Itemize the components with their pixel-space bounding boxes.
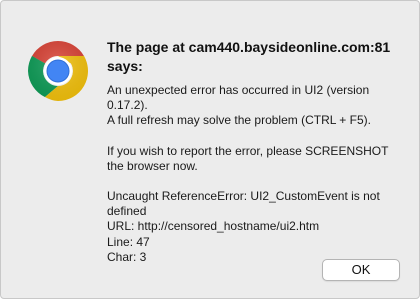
error-details-paragraph: Uncaught ReferenceError: UI2_CustomEvent… <box>107 189 407 265</box>
error-summary-paragraph: An unexpected error has occurred in UI2 … <box>107 83 407 129</box>
message-line: Line: 47 <box>107 234 150 249</box>
ok-button[interactable]: OK <box>322 259 400 281</box>
dialog-message: An unexpected error has occurred in UI2 … <box>107 83 407 265</box>
alert-dialog: The page at cam440.baysideonline.com:81 … <box>0 0 420 299</box>
message-line: URL: http://censored_hostname/ui2.htm <box>107 219 320 234</box>
message-line: A full refresh may solve the problem (CT… <box>107 113 371 128</box>
chrome-logo-icon <box>28 41 88 101</box>
message-line: If you wish to report the error, please … <box>107 143 389 173</box>
dialog-title: The page at cam440.baysideonline.com:81 … <box>107 39 391 74</box>
message-line: An unexpected error has occurred in UI2 … <box>107 83 370 113</box>
message-line: Uncaught ReferenceError: UI2_CustomEvent… <box>107 189 380 219</box>
report-instructions-paragraph: If you wish to report the error, please … <box>107 144 407 174</box>
